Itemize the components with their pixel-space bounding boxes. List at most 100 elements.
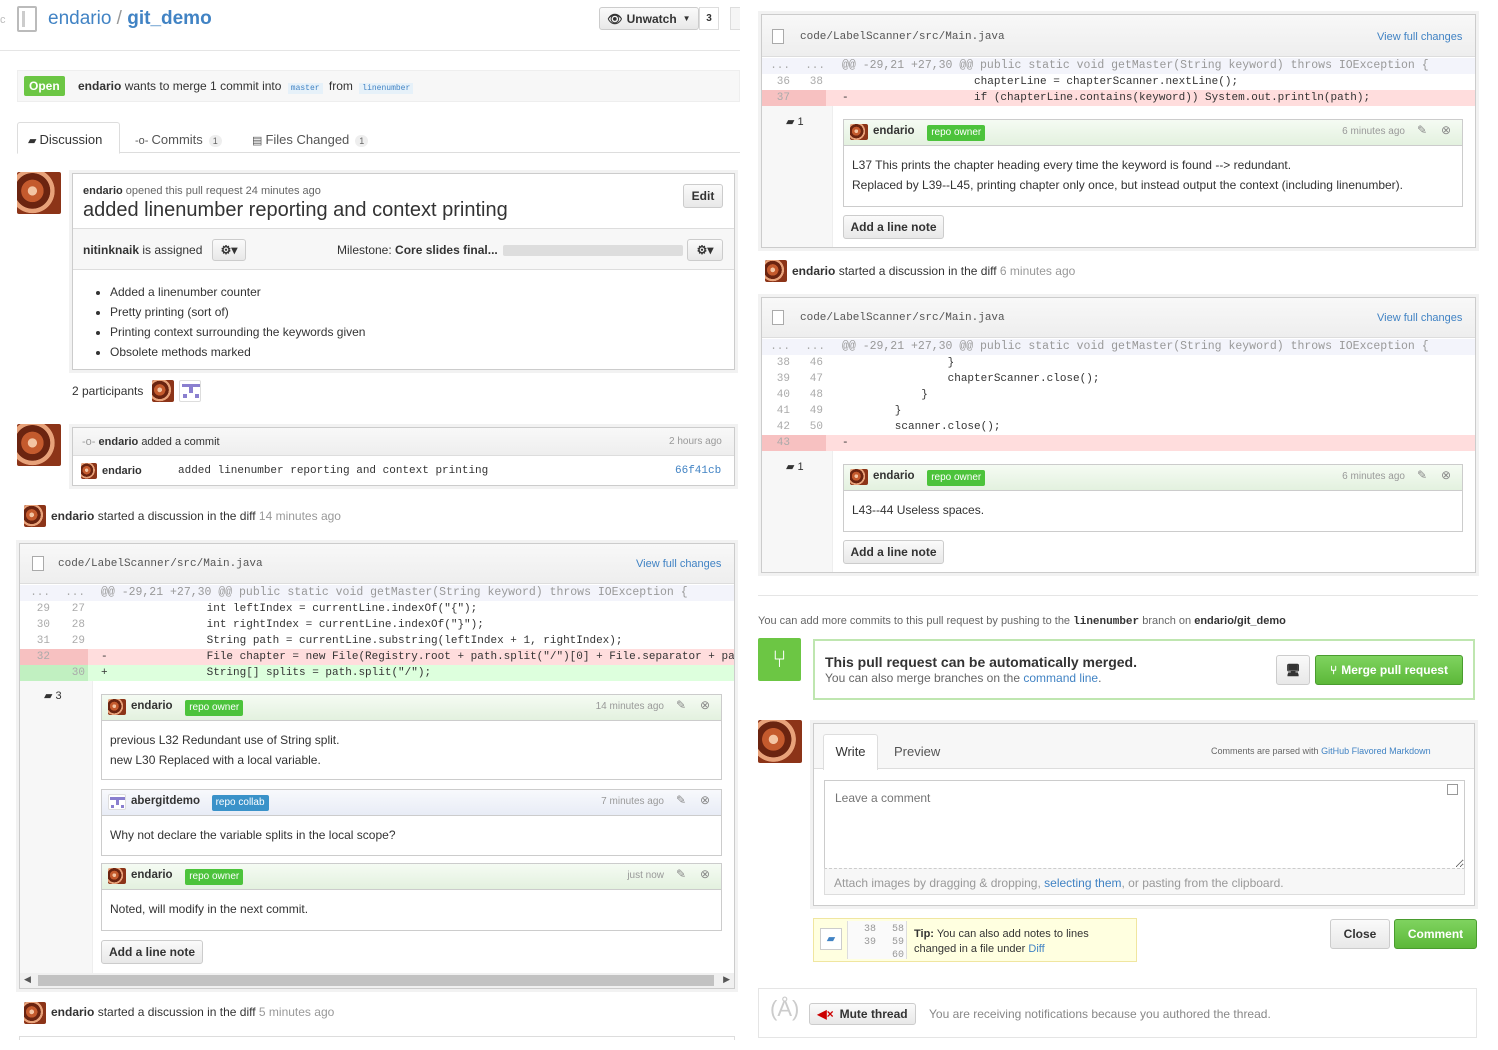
avatar[interactable] xyxy=(765,260,787,282)
commit-sha[interactable]: 66f41cb xyxy=(675,465,721,477)
discussion-user[interactable]: endario xyxy=(792,264,835,278)
diff-line[interactable] xyxy=(762,435,1475,451)
add-line-note-button[interactable]: Add a line note xyxy=(843,540,944,564)
comment-author[interactable]: endario xyxy=(873,125,915,137)
star-button-edge[interactable] xyxy=(730,7,740,30)
scroll-right-icon[interactable]: ▶ xyxy=(723,974,730,985)
select-files-link[interactable]: selecting them xyxy=(1044,876,1121,890)
repo-owner-link[interactable]: endario xyxy=(48,8,111,29)
mute-thread-button[interactable]: ◀× Mute thread xyxy=(809,1003,916,1025)
view-full-changes-link[interactable]: View full changes xyxy=(1377,312,1462,324)
repo-name-link[interactable]: git_demo xyxy=(127,8,211,29)
view-full-changes-link[interactable]: View full changes xyxy=(636,558,721,570)
old-line-number[interactable]: 39 xyxy=(762,371,790,387)
delete-icon[interactable]: ⊗ xyxy=(1441,468,1451,482)
scrollbar-thumb[interactable] xyxy=(38,975,714,986)
tab-preview[interactable]: Preview xyxy=(894,744,940,759)
milestone-gear-button[interactable]: ⚙▾ xyxy=(687,239,723,261)
comment-avatar[interactable] xyxy=(108,868,126,884)
code-line: + String[] splits = path.split("/"); xyxy=(101,667,432,679)
commit-author[interactable]: endario xyxy=(102,465,142,477)
pr-summary-text: wants to merge 1 commit into xyxy=(124,79,282,93)
diff-link[interactable]: Diff xyxy=(1028,943,1044,955)
assignee-gear-button[interactable]: ⚙▾ xyxy=(212,239,246,261)
old-line-number[interactable]: 31 xyxy=(20,633,50,649)
opening-user[interactable]: endario xyxy=(83,185,123,197)
new-line-number[interactable]: 27 xyxy=(55,601,85,617)
new-line-number[interactable]: 50 xyxy=(795,419,823,435)
new-line-number[interactable]: 48 xyxy=(795,387,823,403)
tab-files-changed[interactable]: ▤ Files Changed 1 xyxy=(252,132,369,147)
comment-avatar[interactable] xyxy=(850,124,868,140)
comment-button[interactable]: Comment xyxy=(1394,919,1477,949)
old-line-number[interactable]: 32 xyxy=(20,649,50,665)
comment-avatar[interactable] xyxy=(108,699,126,715)
milestone-name[interactable]: Core slides final... xyxy=(395,243,498,257)
new-line-number[interactable]: 29 xyxy=(55,633,85,649)
merge-subtitle: You can also merge branches on the comma… xyxy=(825,671,1102,685)
merge-pull-request-button[interactable]: ⑂ Merge pull request xyxy=(1315,655,1463,685)
participant-avatar[interactable] xyxy=(179,380,201,402)
delete-icon[interactable]: ⊗ xyxy=(700,793,710,807)
delete-icon[interactable]: ⊗ xyxy=(1441,123,1451,137)
add-line-note-button[interactable]: Add a line note xyxy=(843,215,944,239)
new-line-number[interactable]: 28 xyxy=(55,617,85,633)
close-button[interactable]: Close xyxy=(1330,919,1390,949)
assignee-name[interactable]: nitinknaik xyxy=(83,243,139,257)
old-line-number[interactable]: 37 xyxy=(762,90,790,106)
code-line: scanner.close(); xyxy=(842,421,1001,433)
avatar[interactable] xyxy=(17,172,61,214)
comment-author[interactable]: endario xyxy=(131,869,173,881)
delete-icon[interactable]: ⊗ xyxy=(700,698,710,712)
markdown-link[interactable]: GitHub Flavored Markdown xyxy=(1321,746,1431,756)
new-line-number[interactable]: 30 xyxy=(55,665,85,681)
unwatch-button[interactable]: 👁 Unwatch ▼ xyxy=(599,7,699,30)
comment-author[interactable]: endario xyxy=(131,700,173,712)
tab-write[interactable]: Write xyxy=(823,734,878,770)
old-line-number[interactable]: 43 xyxy=(762,435,790,451)
comment-author[interactable]: endario xyxy=(873,470,915,482)
scroll-left-icon[interactable]: ◀ xyxy=(24,974,31,985)
delete-icon[interactable]: ⊗ xyxy=(700,867,710,881)
avatar[interactable] xyxy=(758,720,802,763)
new-line-number[interactable]: 46 xyxy=(795,355,823,371)
file-diff-icon: ▤ xyxy=(252,135,266,147)
old-line-number[interactable]: 36 xyxy=(762,74,790,90)
fullscreen-icon[interactable] xyxy=(1447,784,1458,795)
old-line-number[interactable]: 38 xyxy=(762,355,790,371)
new-line-number[interactable]: 38 xyxy=(795,74,823,90)
new-line-number[interactable]: 47 xyxy=(795,371,823,387)
edit-pencil-icon[interactable]: ✎ xyxy=(1417,468,1427,482)
tab-commits[interactable]: -o- Commits 1 xyxy=(135,132,222,147)
edit-pencil-icon[interactable]: ✎ xyxy=(676,698,686,712)
view-full-changes-link[interactable]: View full changes xyxy=(1377,31,1462,43)
pr-summary-user[interactable]: endario xyxy=(78,79,121,93)
horizontal-scrollbar[interactable]: ◀ ▶ xyxy=(20,973,734,988)
edit-pencil-icon[interactable]: ✎ xyxy=(676,867,686,881)
avatar[interactable] xyxy=(24,505,46,527)
avatar[interactable] xyxy=(17,424,61,466)
discussion-user[interactable]: endario xyxy=(51,1005,94,1019)
old-line-number[interactable]: 29 xyxy=(20,601,50,617)
comment-avatar[interactable] xyxy=(850,469,868,485)
comment-author[interactable]: abergitdemo xyxy=(131,795,200,807)
commit-message[interactable]: added linenumber reporting and context p… xyxy=(178,465,488,477)
comment-avatar[interactable] xyxy=(108,794,126,810)
old-line-number[interactable]: 30 xyxy=(20,617,50,633)
desktop-merge-button[interactable]: 🖥 xyxy=(1276,655,1310,685)
edit-pencil-icon[interactable]: ✎ xyxy=(1417,123,1427,137)
avatar[interactable] xyxy=(24,1002,46,1024)
old-line-number[interactable]: 42 xyxy=(762,419,790,435)
comment-textarea[interactable] xyxy=(824,780,1465,869)
old-line-number[interactable]: 41 xyxy=(762,403,790,419)
participant-avatar[interactable] xyxy=(152,380,174,402)
old-line-number[interactable]: 40 xyxy=(762,387,790,403)
new-line-number[interactable]: 49 xyxy=(795,403,823,419)
add-line-note-button[interactable]: Add a line note xyxy=(101,940,203,964)
discussion-user[interactable]: endario xyxy=(51,509,94,523)
edit-pencil-icon[interactable]: ✎ xyxy=(676,793,686,807)
edit-button[interactable]: Edit xyxy=(683,184,723,208)
watch-count[interactable]: 3 xyxy=(699,7,719,30)
commit-event-user[interactable]: endario xyxy=(99,436,139,448)
command-line-link[interactable]: command line xyxy=(1023,671,1098,685)
